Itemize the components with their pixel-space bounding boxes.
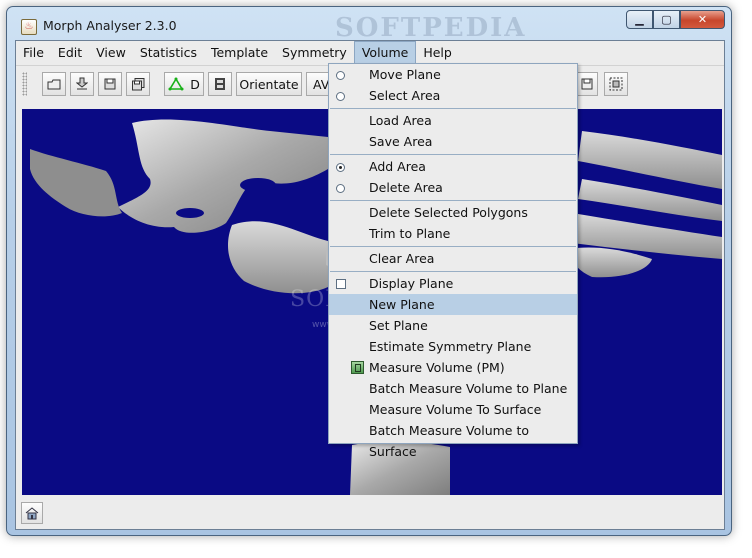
- menuitem-label: Select Area: [369, 88, 441, 103]
- radio-icon: [336, 92, 345, 101]
- window-title: Morph Analyser 2.3.0: [43, 18, 177, 33]
- measure-volume-icon: [351, 361, 364, 374]
- menu-file[interactable]: File: [16, 41, 51, 65]
- import-icon: [76, 77, 88, 90]
- menuitem-label: Delete Selected Polygons: [369, 205, 528, 220]
- menuitem-estimate-symmetry-plane[interactable]: Estimate Symmetry Plane: [329, 336, 577, 357]
- title-bar[interactable]: ♨ Morph Analyser 2.3.0 SOFTPEDIA ▁ ▢ ✕: [7, 7, 731, 43]
- orientate-button[interactable]: Orientate: [236, 72, 302, 96]
- menuitem-move-plane[interactable]: Move Plane: [329, 64, 577, 85]
- menuitem-label: New Plane: [369, 297, 435, 312]
- menuitem-save-area[interactable]: Save Area: [329, 131, 577, 152]
- d-label: D: [190, 76, 200, 92]
- open-icon: [47, 79, 61, 90]
- menuitem-label: Trim to Plane: [369, 226, 451, 241]
- copy-icon: [581, 78, 593, 90]
- maximize-icon: ▢: [661, 13, 672, 26]
- menuitem-new-plane[interactable]: New Plane: [329, 294, 577, 315]
- menuitem-label: Set Plane: [369, 318, 428, 333]
- menuitem-label: Display Plane: [369, 276, 454, 291]
- menu-separator: [330, 271, 576, 272]
- menuitem-label: Add Area: [369, 159, 426, 174]
- menuitem-set-plane[interactable]: Set Plane: [329, 315, 577, 336]
- menuitem-measure-volume-to-surface[interactable]: Measure Volume To Surface: [329, 399, 577, 420]
- menu-separator: [330, 200, 576, 201]
- toolbar-grip[interactable]: [22, 72, 27, 96]
- menuitem-load-area[interactable]: Load Area: [329, 110, 577, 131]
- menuitem-label: Save Area: [369, 134, 433, 149]
- copy-button[interactable]: [576, 72, 598, 96]
- menu-symmetry[interactable]: Symmetry: [275, 41, 354, 65]
- maximize-button[interactable]: ▢: [653, 10, 680, 29]
- volume-dropdown-menu: Move Plane Select Area Load Area Save Ar…: [328, 63, 578, 459]
- menu-help[interactable]: Help: [416, 41, 459, 65]
- menu-view[interactable]: View: [89, 41, 133, 65]
- menu-separator: [330, 154, 576, 155]
- menu-statistics[interactable]: Statistics: [133, 41, 204, 65]
- save-icon: [104, 78, 116, 90]
- import-button[interactable]: [70, 72, 94, 96]
- landmark-d-button[interactable]: D: [164, 72, 204, 96]
- menuitem-label: Measure Volume To Surface: [369, 402, 542, 417]
- menuitem-trim-to-plane[interactable]: Trim to Plane: [329, 223, 577, 244]
- menuitem-label: Estimate Symmetry Plane: [369, 339, 532, 354]
- menuitem-label: Batch Measure Volume to Plane: [369, 381, 568, 396]
- film-button[interactable]: [208, 72, 232, 96]
- menuitem-batch-measure-volume-to-plane[interactable]: Batch Measure Volume to Plane: [329, 378, 577, 399]
- menuitem-label: Delete Area: [369, 180, 443, 195]
- save-all-icon: [131, 77, 144, 90]
- select-region-icon: [609, 77, 623, 91]
- menuitem-display-plane[interactable]: Display Plane: [329, 273, 577, 294]
- menu-template[interactable]: Template: [204, 41, 275, 65]
- save-button[interactable]: [98, 72, 122, 96]
- film-icon: [215, 78, 225, 90]
- radio-icon: [336, 71, 345, 80]
- menuitem-clear-area[interactable]: Clear Area: [329, 248, 577, 269]
- save-all-button[interactable]: [126, 72, 150, 96]
- minimize-icon: ▁: [635, 13, 644, 26]
- softpedia-watermark: SOFTPEDIA: [335, 13, 527, 43]
- radio-selected-icon: [336, 163, 345, 172]
- menuitem-delete-area[interactable]: Delete Area: [329, 177, 577, 198]
- checkbox-icon: [336, 279, 346, 289]
- home-button[interactable]: [21, 502, 43, 524]
- menu-separator: [330, 108, 576, 109]
- select-region-button[interactable]: [604, 72, 628, 96]
- open-button[interactable]: [42, 72, 66, 96]
- menuitem-batch-measure-volume-to-surface[interactable]: Batch Measure Volume to Surface: [329, 420, 577, 459]
- menuitem-add-area[interactable]: Add Area: [329, 156, 577, 177]
- menuitem-label: Clear Area: [369, 251, 435, 266]
- minimize-button[interactable]: ▁: [626, 10, 653, 29]
- java-app-icon: ♨: [21, 19, 37, 35]
- status-bar: [16, 499, 724, 529]
- home-icon: [25, 506, 39, 519]
- menuitem-label: Move Plane: [369, 67, 441, 82]
- menuitem-measure-volume-pm[interactable]: Measure Volume (PM): [329, 357, 577, 378]
- menuitem-label: Measure Volume (PM): [369, 360, 505, 375]
- triangle-icon: [168, 77, 184, 91]
- menuitem-delete-selected-polygons[interactable]: Delete Selected Polygons: [329, 202, 577, 223]
- menuitem-select-area[interactable]: Select Area: [329, 85, 577, 106]
- window-controls: ▁ ▢ ✕: [626, 10, 725, 30]
- radio-icon: [336, 184, 345, 193]
- close-icon: ✕: [697, 13, 708, 26]
- menu-volume[interactable]: Volume: [353, 41, 417, 65]
- close-button[interactable]: ✕: [680, 10, 725, 29]
- menuitem-label: Load Area: [369, 113, 432, 128]
- menu-edit[interactable]: Edit: [51, 41, 89, 65]
- menu-separator: [330, 246, 576, 247]
